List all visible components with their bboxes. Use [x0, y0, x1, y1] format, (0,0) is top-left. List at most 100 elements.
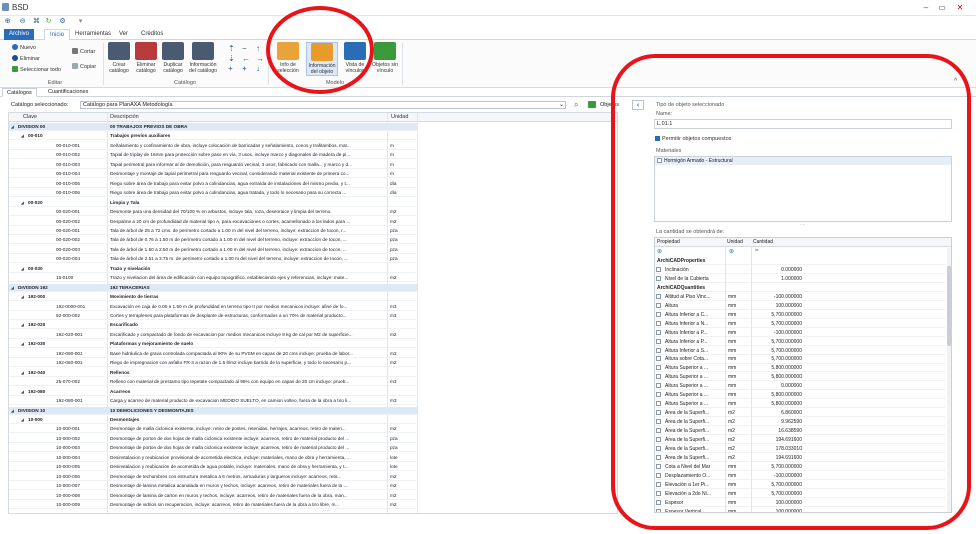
close-button[interactable]: ✕ — [954, 3, 966, 13]
table-row[interactable]: 00-010-001 Señalamiento y confinamiento d… — [9, 142, 418, 150]
table-row[interactable]: 192-090-001 Base hidráulica de grava cont… — [9, 350, 418, 358]
tab-inicio[interactable]: Inicio — [44, 29, 71, 40]
table-row[interactable]: 15-0100 Trazo y nivelacion del área de ed… — [9, 274, 418, 283]
expand-arrow-icon[interactable]: ◢ — [21, 340, 24, 348]
catalog-dropdown[interactable]: Catálogo para PlanAXA Metodología ⌄ — [80, 101, 566, 109]
table-row[interactable]: ◢ DIVISION 10 10 DEMOLICIONES Y DESMONTAJE… — [9, 406, 418, 415]
arrow-up-icon[interactable]: ↑ — [256, 44, 260, 53]
cell-descripcion: Desmontaje de malla ciclonica existente,… — [110, 426, 346, 432]
table-row[interactable]: 00-020-004 Tala de árbol de 2.51 a 3.75 m… — [9, 255, 418, 264]
cortar-button[interactable]: Cortar — [72, 48, 95, 56]
tab-cuantificaciones[interactable]: Cuantificaciones — [44, 88, 92, 97]
tab-creditos[interactable]: Créditos — [136, 29, 168, 40]
expand-arrow-icon[interactable]: ◢ — [11, 284, 14, 292]
tab-herramientas[interactable]: Herramientas — [70, 29, 116, 40]
table-row[interactable]: ◢ 192-030 Plataformas y mejoramiento de su… — [9, 340, 418, 349]
table-row[interactable]: 10-000-008 Desmontaje de lamina de carton… — [9, 492, 418, 500]
table-row[interactable]: 00-010-005 Riego sobre área de trabajo pa… — [9, 180, 418, 188]
search-icon[interactable]: ⌕ — [574, 100, 578, 110]
expand-icon[interactable]: + — [242, 64, 247, 73]
gear-icon[interactable]: ⚙ — [58, 17, 67, 26]
table-row[interactable]: 10-000-002 Desmontaje de porton de dos ho… — [9, 435, 418, 443]
table-row[interactable]: ◢ DIVISION 192 192 TERACERIAS — [9, 283, 418, 292]
refresh-icon[interactable]: ↻ — [44, 17, 53, 26]
arrow-left-icon[interactable]: ← — [242, 54, 250, 63]
remove-icon[interactable]: ⊖ — [18, 17, 27, 26]
table-row[interactable]: 00-010-006 Riego sobre área de trabajo pa… — [9, 189, 418, 198]
expand-arrow-icon[interactable]: ◢ — [21, 265, 24, 273]
table-row[interactable]: ◢ 00-010 Trabajos previos auxiliares — [9, 132, 418, 141]
expand-arrow-icon[interactable]: ◢ — [21, 369, 24, 377]
add-icon[interactable]: ⊕ — [3, 17, 12, 26]
arrow-down-icon[interactable]: ↓ — [256, 64, 260, 73]
tree-icon[interactable]: ⌘ — [32, 17, 41, 26]
eliminar-button[interactable]: Eliminar — [12, 55, 40, 63]
expand-arrow-icon[interactable]: ◢ — [21, 293, 24, 301]
cell-clave: 10-000 — [28, 416, 43, 422]
table-row[interactable]: ◢ 192-040 Rellenos — [9, 369, 418, 377]
customize-icon[interactable]: ▾ — [76, 17, 85, 26]
table-row[interactable]: 10-000-003 Desmontaje de porton de dos ho… — [9, 444, 418, 453]
table-row[interactable]: 25-070-002 Relleno con material de presta… — [9, 378, 418, 387]
level-up-icon[interactable]: ⇡ — [228, 44, 235, 53]
table-row[interactable]: 00-010-003 Tapial perimetral para informa… — [9, 161, 418, 169]
table-row[interactable]: ◢ DIVISION 00 00 TRABAJOS PREVIOS DE OBRA — [9, 123, 418, 132]
table-row[interactable]: ◢ 10-000 Desmontajes — [9, 416, 418, 424]
expand-arrow-icon[interactable]: ◢ — [21, 199, 24, 207]
table-row[interactable]: 10-000-005 Desinstalacion y reubicacion d… — [9, 463, 418, 472]
minimize-button[interactable]: – — [920, 3, 932, 13]
tab-ver[interactable]: Ver — [114, 29, 133, 40]
expand-arrow-icon[interactable]: ◢ — [11, 407, 14, 415]
table-row[interactable]: 192-020-001 Escarificado y compactado de … — [9, 331, 418, 339]
table-row[interactable]: 192-0000-001 Excavación en caja de 0.00 a… — [9, 303, 418, 311]
table-row[interactable]: 10-000-001 Desmontaje de malla ciclonica … — [9, 425, 418, 434]
informacion-catalogo-button[interactable]: Información del catálogo — [187, 42, 219, 74]
table-row[interactable]: 192-060-001 Riego de impregnacion con asf… — [9, 359, 418, 368]
table-row[interactable]: 00-020-002 Tala de árbol de 0.76 a 1.50 m… — [9, 236, 418, 245]
expand-arrow-icon[interactable]: ◢ — [21, 321, 24, 329]
crear-catalogo-button[interactable]: Crear catálogo — [106, 42, 132, 74]
cell-descripcion: Tapial de triplay de 16mm para protecció… — [110, 152, 351, 158]
eliminar-catalogo-button[interactable]: Eliminar catálogo — [133, 42, 159, 74]
restore-button[interactable]: ▭ — [936, 3, 948, 13]
header-unidad[interactable]: Unidad — [391, 114, 408, 120]
table-row[interactable]: ◢ 00-020 Limpia y Tala — [9, 199, 418, 207]
cell-unidad: m — [390, 171, 394, 177]
table-row[interactable]: 192-080-001 Carga y acarreo de material p… — [9, 397, 418, 406]
minus-level-icon[interactable]: − — [242, 44, 247, 53]
resize-grip[interactable]: .... — [323, 507, 330, 513]
header-descripcion[interactable]: Descripción — [110, 114, 139, 120]
tab-catalogos[interactable]: Catálogos — [2, 88, 37, 97]
table-row[interactable]: ◢ 192-020 Escarificado — [9, 321, 418, 330]
tree-view-icon[interactable] — [588, 101, 596, 108]
level-down-icon[interactable]: ⇣ — [228, 54, 235, 63]
table-row[interactable]: 00-020-001 Tala de árbol de 25 a 72 cms. … — [9, 227, 418, 235]
objetos-sin-vinculo-button[interactable]: Objetos sin vínculo — [370, 42, 400, 74]
table-row[interactable]: ◢ 192-000 Movimiento de tierras — [9, 293, 418, 302]
expand-arrow-icon[interactable]: ◢ — [21, 132, 24, 140]
table-row[interactable]: 00-020-003 Tala de árbol de 1.50 a 2.50 m… — [9, 246, 418, 254]
table-row[interactable]: ◢ 00-030 Trazo y nivelación — [9, 265, 418, 273]
table-row[interactable]: 00-020-002 Despalme a 20 cm de profundida… — [9, 218, 418, 226]
table-row[interactable]: ◢ 192-080 Acarreos — [9, 388, 418, 396]
seleccionar-todo-button[interactable]: Seleccionar todo — [12, 66, 61, 74]
copiar-button[interactable]: Copiar — [72, 63, 96, 71]
header-clave[interactable]: Clave — [23, 114, 37, 120]
table-row[interactable]: 10-000-007 Desmontaje de lamina metalica … — [9, 482, 418, 491]
table-row[interactable]: 92-000-002 Cortes y terraplenes para plat… — [9, 312, 418, 321]
add-child-icon[interactable]: + — [228, 64, 233, 73]
nuevo-button[interactable]: Nuevo — [12, 44, 36, 52]
cell-clave: 00-010 — [28, 133, 43, 139]
table-row[interactable]: 10-000-004 Desinstalacion y reubicacion p… — [9, 454, 418, 462]
expand-arrow-icon[interactable]: ◢ — [21, 388, 24, 396]
arrow-right-icon[interactable]: → — [256, 54, 264, 63]
tab-archivo[interactable]: Archivo — [4, 29, 35, 40]
duplicar-catalogo-button[interactable]: Duplicar catálogo — [160, 42, 186, 74]
expand-arrow-icon[interactable]: ◢ — [11, 123, 14, 131]
table-row[interactable]: 00-020-001 Desmonte para una densidad del… — [9, 208, 418, 217]
table-row[interactable]: 10-000-009 Desmontaje de vidrios sin recu… — [9, 501, 418, 510]
table-row[interactable]: 00-010-004 Desmontaje y montaje de tapial… — [9, 170, 418, 179]
table-row[interactable]: 00-010-002 Tapial de triplay de 16mm para… — [9, 151, 418, 160]
table-row[interactable]: 10-000-006 Desmontaje de techumbres con e… — [9, 473, 418, 481]
expand-arrow-icon[interactable]: ◢ — [21, 416, 24, 424]
